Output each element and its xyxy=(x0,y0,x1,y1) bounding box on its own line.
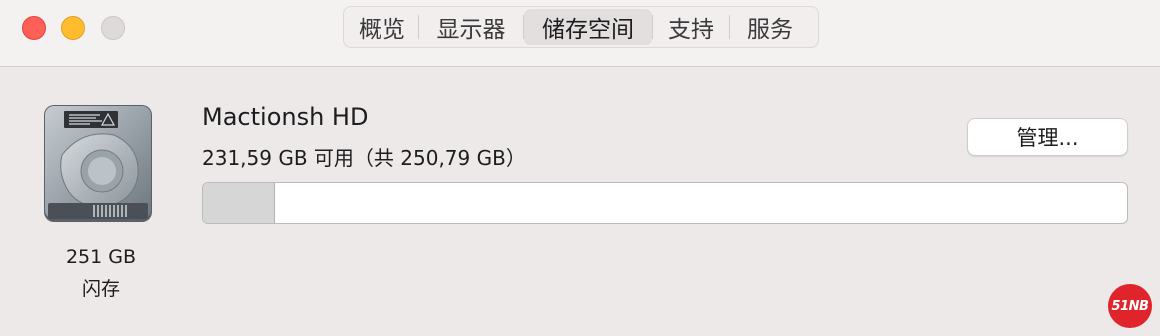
disk-available: 231,59 GB 可用（共 250,79 GB） xyxy=(202,146,526,170)
storage-used-segment xyxy=(203,183,275,223)
tab-displays[interactable]: 显示器 xyxy=(419,9,523,45)
disk-capacity: 251 GB xyxy=(65,246,137,268)
tab-storage[interactable]: 储存空间 xyxy=(524,9,652,45)
hard-drive-icon xyxy=(42,103,154,225)
tab-service-label: 服务 xyxy=(747,17,793,43)
manage-button[interactable]: 管理... xyxy=(967,118,1128,156)
minimize-window-button[interactable] xyxy=(61,16,85,40)
tab-overview-label: 概览 xyxy=(359,17,405,43)
disk-type: 闪存 xyxy=(81,278,120,300)
zoom-window-button[interactable] xyxy=(101,16,125,40)
tab-storage-label: 储存空间 xyxy=(542,17,634,43)
tab-displays-label: 显示器 xyxy=(436,17,506,43)
tab-bar: 概览 显示器 储存空间 支持 服务 xyxy=(343,6,819,48)
tab-service[interactable]: 服务 xyxy=(730,9,810,45)
watermark-text: 51NB xyxy=(1111,298,1149,314)
disk-name: Mactionsh HD xyxy=(202,103,369,131)
tab-overview[interactable]: 概览 xyxy=(346,9,418,45)
close-window-button[interactable] xyxy=(22,16,46,40)
window-titlebar: 概览 显示器 储存空间 支持 服务 xyxy=(0,0,1160,67)
tab-support-label: 支持 xyxy=(668,17,714,43)
watermark-logo: 51NB xyxy=(1108,284,1152,328)
tab-support[interactable]: 支持 xyxy=(653,9,729,45)
storage-usage-bar xyxy=(202,182,1128,224)
